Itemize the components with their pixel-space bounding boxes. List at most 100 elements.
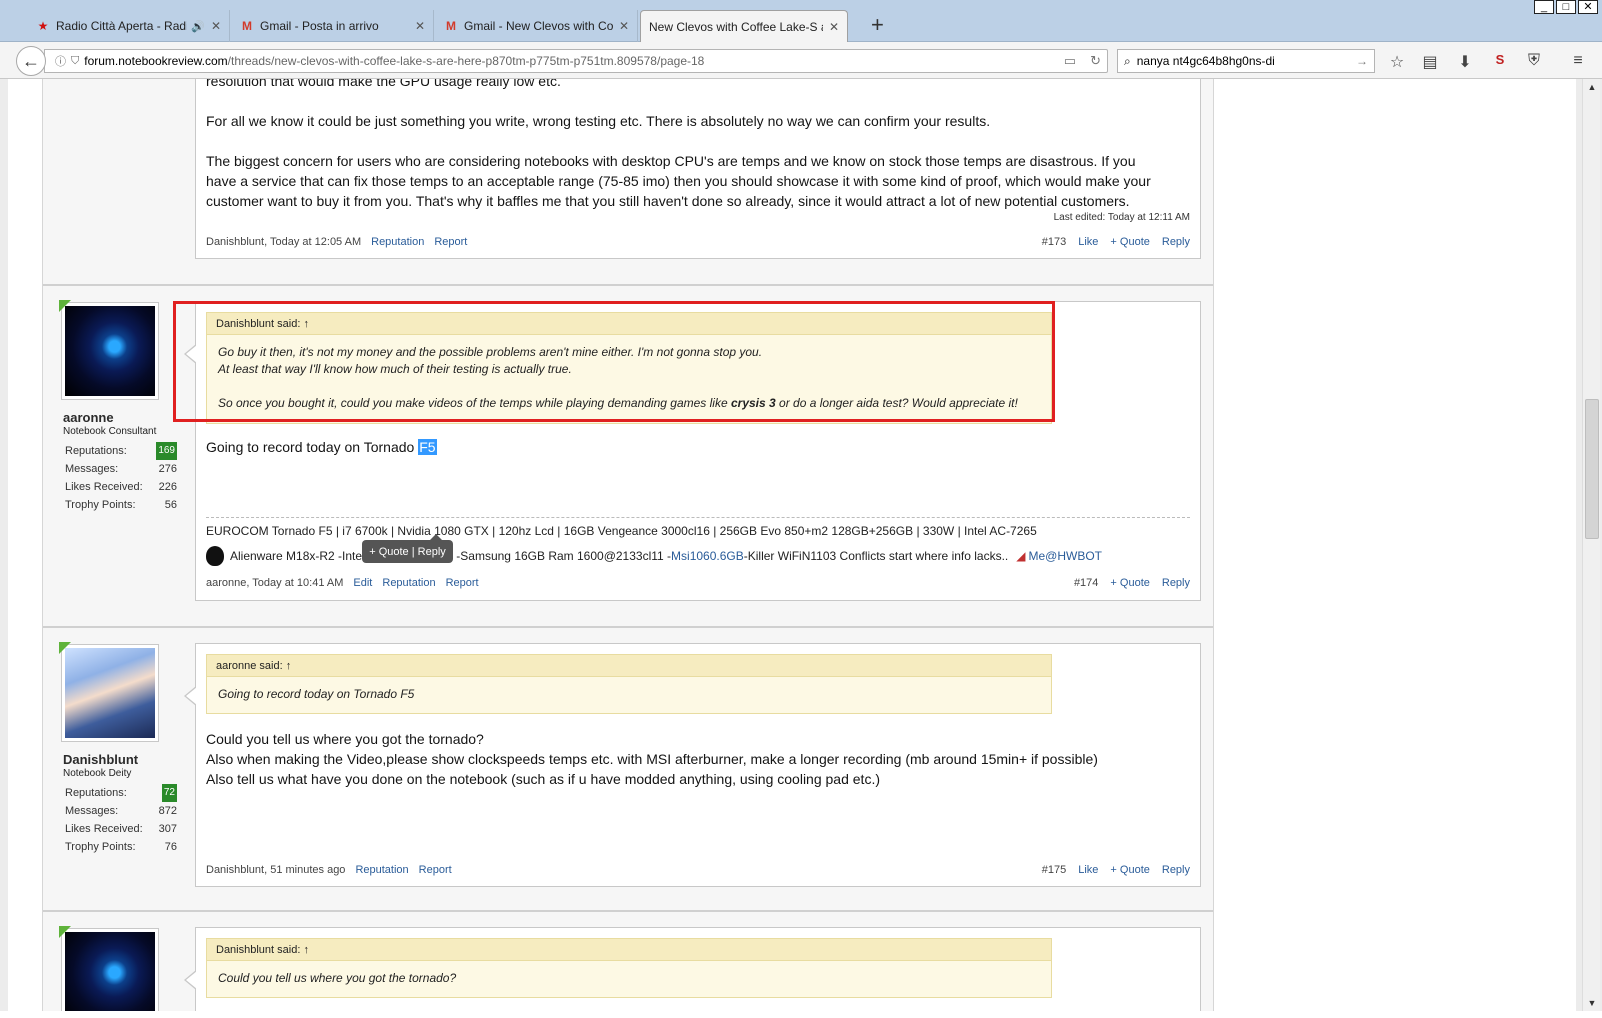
star-icon: ★ <box>37 19 49 33</box>
author-time[interactable]: aaronne, Today at 10:41 AM <box>206 577 343 589</box>
quote-body: Could you tell us where you got the torn… <box>218 971 457 985</box>
tab-title: Gmail - Posta in arrivo <box>260 19 379 33</box>
avatar[interactable] <box>59 926 159 1011</box>
message-meta: aaronne, Today at 10:41 AM Edit Reputati… <box>206 577 1190 589</box>
trophy-count: 56 <box>164 499 177 511</box>
page: resolution that would make the GPU usage… <box>8 79 1576 1011</box>
username[interactable]: Danishblunt <box>63 752 138 767</box>
report-link[interactable]: Report <box>434 236 467 248</box>
minimize-icon[interactable]: _ <box>1534 0 1554 14</box>
quote-header[interactable]: aaronne said: ↑ <box>207 655 1051 677</box>
post-text: Going to record today on Tornado F5 <box>206 437 1186 457</box>
tab-gmail-inbox[interactable]: M Gmail - Posta in arrivo ✕ <box>232 10 434 42</box>
url-bar[interactable]: ⓘ ⛉ forum.notebookreview.com /threads/ne… <box>44 49 1108 73</box>
extension-icon[interactable]: S <box>1490 52 1510 67</box>
back-button[interactable]: ← <box>16 46 46 76</box>
tab-radio[interactable]: ★ Radio Città Aperta - Radio 🔊 ✕ <box>28 10 230 42</box>
tab-clevos-forum[interactable]: New Clevos with Coffee Lake-S a ✕ <box>640 10 848 42</box>
bookmarks-list-icon[interactable]: ▤ <box>1420 52 1440 72</box>
page-sidebar <box>1214 79 1576 1011</box>
info-icon[interactable]: ⓘ <box>55 53 66 69</box>
search-input[interactable]: nanya nt4gc64b8hg0ns-di <box>1137 54 1356 68</box>
quote-header[interactable]: Danishblunt said: ↑ <box>207 939 1051 961</box>
report-link[interactable]: Report <box>446 577 479 589</box>
user-stats: Reputations: 169 Messages: 276 Likes Recei… <box>65 442 177 514</box>
close-tab-icon[interactable]: ✕ <box>829 20 839 34</box>
message-meta: Danishblunt, 51 minutes ago Reputation R… <box>206 864 1190 876</box>
user-stats: Reputations: 72 Messages: 872 Likes Receiv… <box>65 784 177 856</box>
username[interactable]: aaronne <box>63 410 114 425</box>
arrow-left-icon: ← <box>22 50 40 71</box>
quote-body: Going to record today on Tornado F5 <box>218 687 415 701</box>
speaker-icon[interactable]: 🔊 <box>191 20 205 33</box>
scroll-up-icon[interactable]: ▲ <box>1583 79 1601 95</box>
stat-label: Reputations: <box>65 445 127 457</box>
shield-icon[interactable]: ⛉ <box>71 55 79 68</box>
stat-label: Trophy Points: <box>65 841 136 853</box>
post-number[interactable]: #174 <box>1074 577 1098 589</box>
maximize-icon[interactable]: □ <box>1556 0 1576 14</box>
reputation-link[interactable]: Reputation <box>382 577 435 589</box>
message-body: aaronne said: ↑ Going to record today on… <box>184 643 1201 887</box>
signature-line: Alienware M18x-R2 -Intel i7 3840qm@4.0 -… <box>206 546 1102 566</box>
post-number[interactable]: #173 <box>1042 236 1066 248</box>
quote-link[interactable]: + Quote <box>1110 577 1149 589</box>
download-icon[interactable]: ⬇ <box>1455 52 1475 72</box>
signature-link[interactable]: Msi1060.6GB <box>671 549 744 563</box>
post-line: resolution that would make the GPU usage… <box>206 79 561 89</box>
avatar[interactable] <box>59 642 159 742</box>
quote-link[interactable]: + Quote <box>1110 236 1149 248</box>
reply-link[interactable]: Reply <box>1162 236 1190 248</box>
reply-link[interactable]: Reply <box>1162 864 1190 876</box>
alien-icon <box>206 546 224 566</box>
author-time[interactable]: Danishblunt, 51 minutes ago <box>206 864 345 876</box>
scroll-down-icon[interactable]: ▼ <box>1583 995 1601 1011</box>
rog-logo-icon: ◢ <box>1016 549 1026 563</box>
tab-title: Radio Città Aperta - Radio <box>56 19 188 33</box>
post-line: Also when making the Video,please show c… <box>206 751 1098 767</box>
message-meta: Danishblunt, Today at 12:05 AM Reputatio… <box>206 236 1190 248</box>
privacy-shield-icon[interactable]: ⛨ <box>1524 52 1544 70</box>
scrollbar-thumb[interactable] <box>1585 399 1599 539</box>
close-tab-icon[interactable]: ✕ <box>415 19 425 33</box>
reader-view-icon[interactable]: ▭ <box>1064 53 1076 69</box>
like-link[interactable]: Like <box>1078 864 1098 876</box>
tab-gmail-clevos[interactable]: M Gmail - New Clevos with Cof ✕ <box>436 10 638 42</box>
quote-reply-popup[interactable]: + Quote | Reply <box>362 534 453 563</box>
menu-icon[interactable]: ≡ <box>1568 52 1588 70</box>
close-tab-icon[interactable]: ✕ <box>619 19 629 33</box>
signature-link[interactable]: Me@HWBOT <box>1029 549 1103 563</box>
user-title: Notebook Consultant <box>63 426 157 437</box>
message-body: resolution that would make the GPU usage… <box>195 79 1201 259</box>
tab-bar: ★ Radio Città Aperta - Radio 🔊 ✕ M Gmail… <box>0 0 1602 42</box>
post-number[interactable]: #175 <box>1042 864 1066 876</box>
quote-link[interactable]: + Quote <box>1110 864 1149 876</box>
reload-icon[interactable]: ↻ <box>1090 53 1101 69</box>
search-bar[interactable]: ⌕ nanya nt4gc64b8hg0ns-di → <box>1117 49 1375 73</box>
post-line: For all we know it could be just somethi… <box>206 113 991 129</box>
edit-link[interactable]: Edit <box>353 577 372 589</box>
search-go-icon[interactable]: → <box>1356 54 1368 68</box>
quote-block: Danishblunt said: ↑ Could you tell us wh… <box>206 938 1052 998</box>
post-line: The biggest concern for users who are co… <box>206 153 1136 169</box>
new-tab-icon[interactable]: + <box>871 14 884 36</box>
post-line: Could you tell us where you got the torn… <box>206 731 484 747</box>
stat-label: Likes Received: <box>65 481 143 493</box>
reply-link[interactable]: Reply <box>1162 577 1190 589</box>
post-line: have a service that can fix those temps … <box>206 173 1151 189</box>
reputation-link[interactable]: Reputation <box>371 236 424 248</box>
signature-text: -Killer WiFiN1103 Conflicts start where … <box>743 549 1009 563</box>
bookmark-star-icon[interactable]: ☆ <box>1387 52 1407 72</box>
stat-label: Trophy Points: <box>65 499 136 511</box>
close-window-icon[interactable]: ✕ <box>1578 0 1598 14</box>
likes-count: 307 <box>158 823 177 835</box>
like-link[interactable]: Like <box>1078 236 1098 248</box>
reputation-link[interactable]: Reputation <box>355 864 408 876</box>
author-time[interactable]: Danishblunt, Today at 12:05 AM <box>206 236 361 248</box>
avatar[interactable] <box>59 300 159 400</box>
window-controls: _ □ ✕ <box>1534 0 1598 14</box>
search-icon: ⌕ <box>1124 53 1131 68</box>
scrollbar[interactable]: ▲ ▼ <box>1582 79 1600 1011</box>
close-tab-icon[interactable]: ✕ <box>211 19 221 33</box>
report-link[interactable]: Report <box>419 864 452 876</box>
